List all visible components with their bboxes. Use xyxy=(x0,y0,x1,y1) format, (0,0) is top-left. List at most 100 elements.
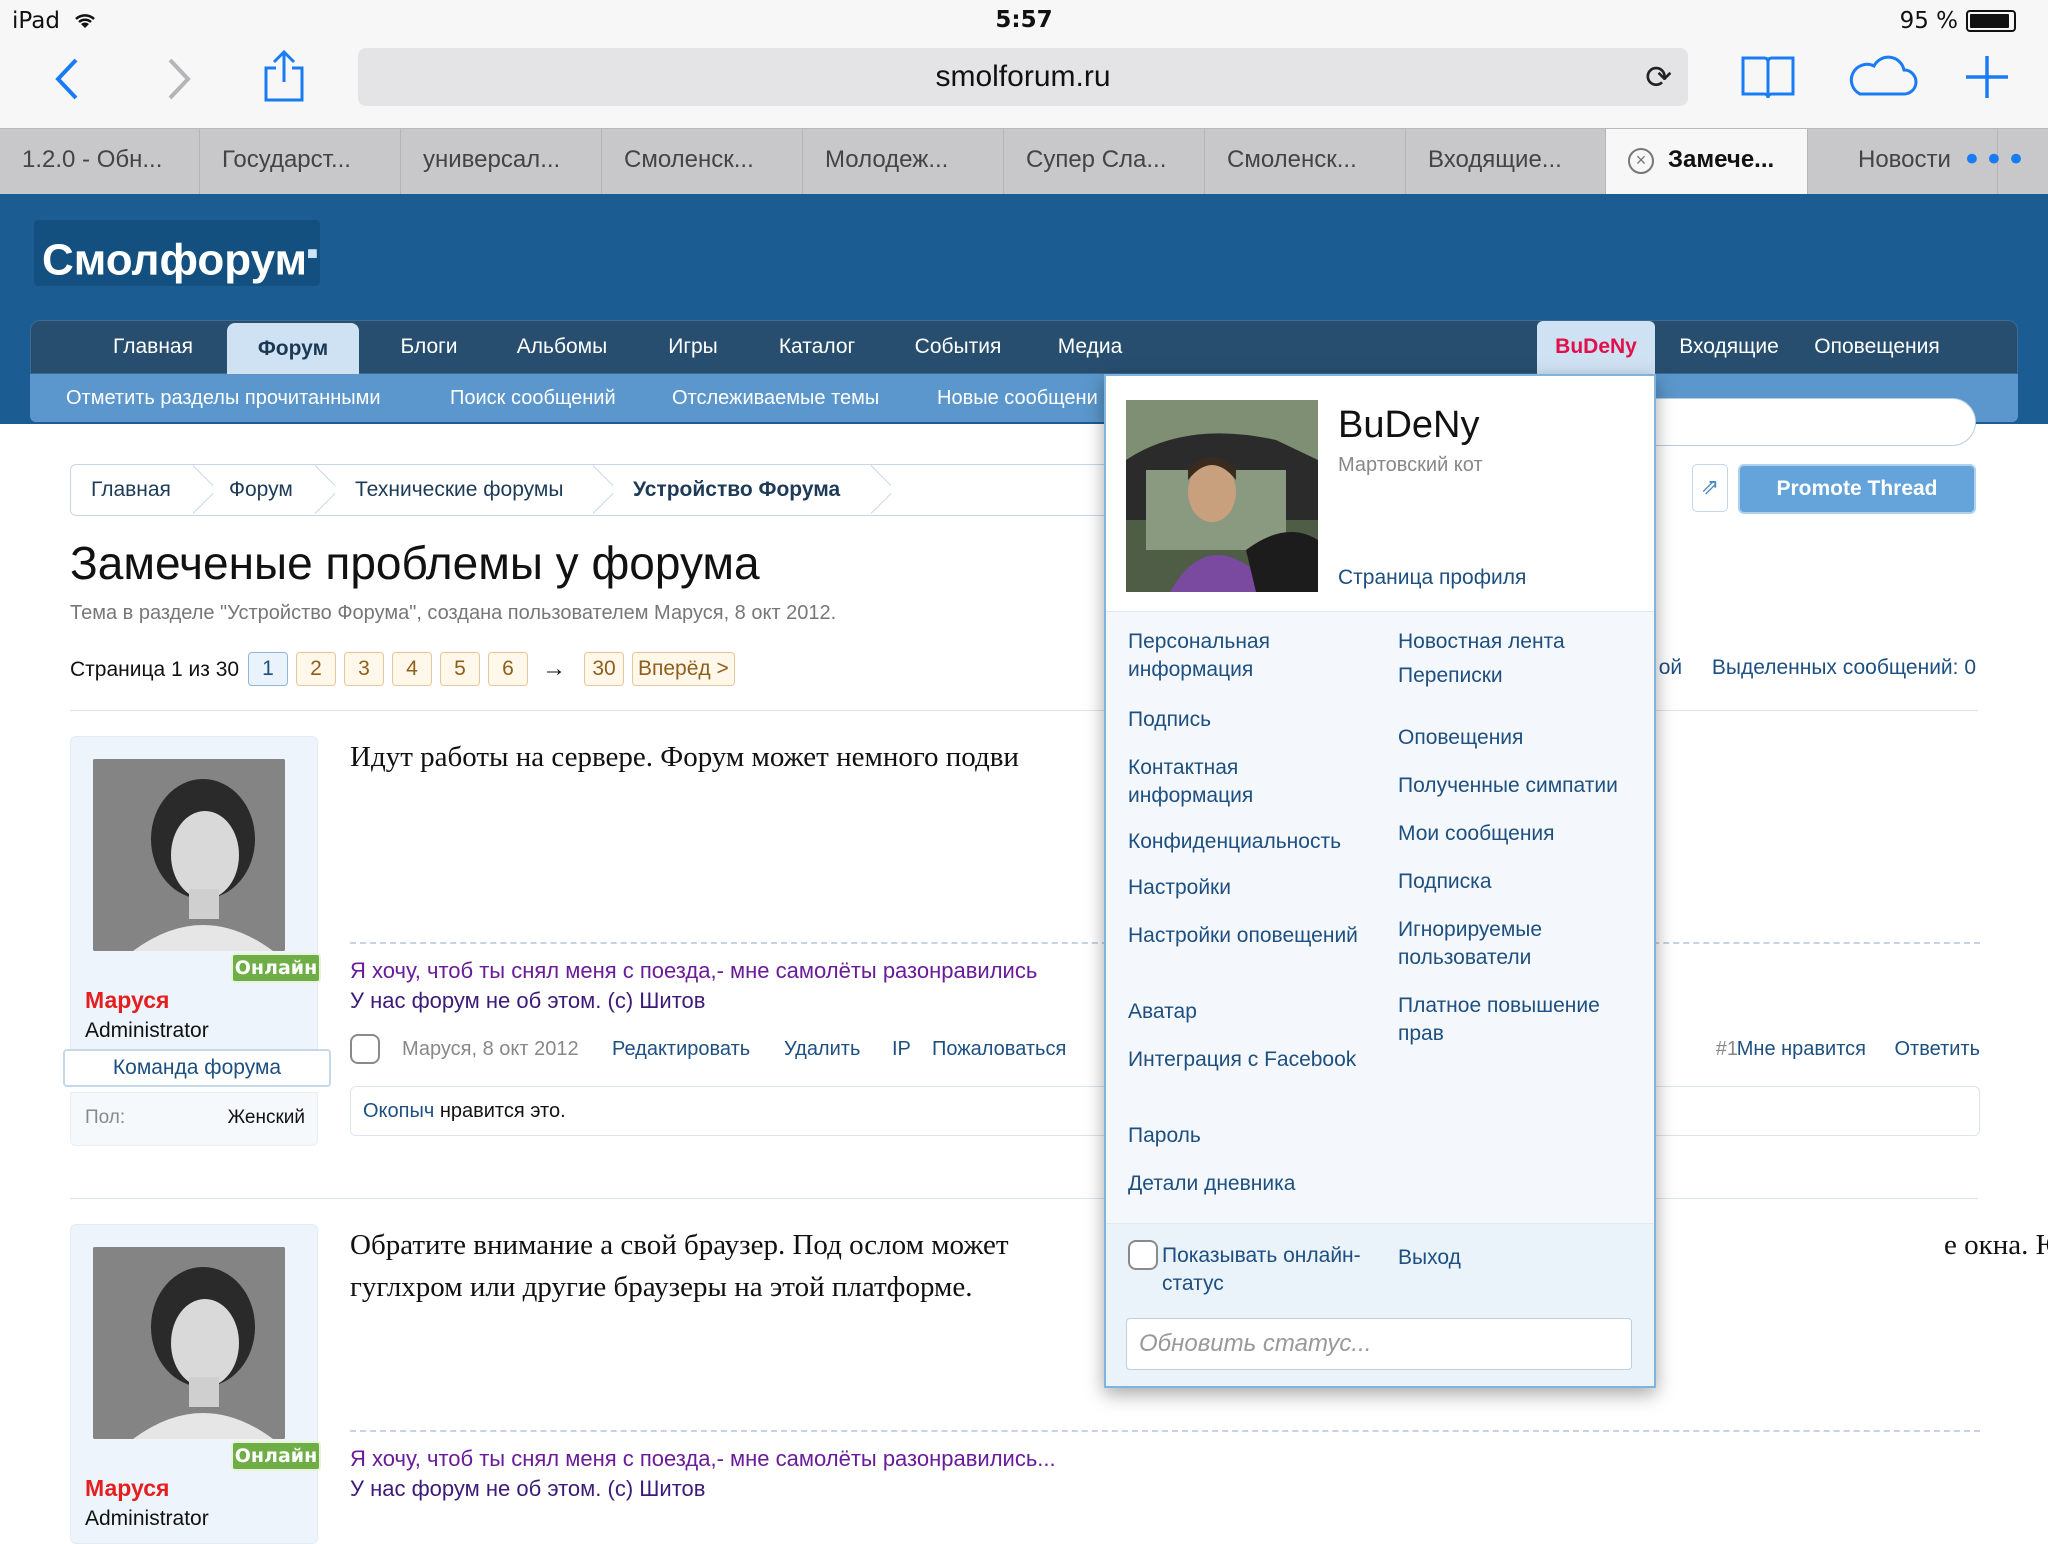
address-bar[interactable]: smolforum.ru ⟳ xyxy=(358,48,1688,106)
post-username[interactable]: Маруся xyxy=(85,987,169,1014)
menu-conversations[interactable]: Переписки xyxy=(1398,662,1628,690)
nav-events[interactable]: События xyxy=(893,321,1023,375)
report-link[interactable]: Пожаловаться xyxy=(932,1038,1066,1061)
menu-my-posts[interactable]: Мои сообщения xyxy=(1398,820,1628,848)
menu-password[interactable]: Пароль xyxy=(1128,1122,1358,1150)
tab-label: Замече... xyxy=(1668,146,1775,173)
reload-icon[interactable]: ⟳ xyxy=(1645,48,1672,106)
bookmarks-icon[interactable] xyxy=(1740,54,1796,104)
profile-page-link[interactable]: Страница профиля xyxy=(1338,566,1526,590)
page-link-current[interactable]: 1 xyxy=(248,652,288,686)
post-number[interactable]: #1 xyxy=(1716,1038,1738,1061)
show-online-checkbox[interactable] xyxy=(1128,1240,1158,1270)
browser-tab[interactable]: Государст... xyxy=(200,129,401,195)
page-link-last[interactable]: 30 xyxy=(584,652,624,686)
browser-tab[interactable]: Смоленск... xyxy=(1205,129,1406,195)
logout-link[interactable]: Выход xyxy=(1398,1246,1461,1270)
page-link[interactable]: 5 xyxy=(440,652,480,686)
ip-link[interactable]: IP xyxy=(892,1038,911,1061)
post-text: Обратите внимание а свой браузер. Под ос… xyxy=(350,1229,1009,1261)
browser-tab-active[interactable]: × Замече... xyxy=(1606,129,1808,195)
page-next-button[interactable]: Вперёд > xyxy=(632,652,735,686)
menu-personal-details[interactable]: Персональная информация xyxy=(1128,628,1358,684)
status-update-input[interactable]: Обновить статус... xyxy=(1126,1318,1632,1370)
nav-forum[interactable]: Форум xyxy=(227,323,359,377)
delete-link[interactable]: Удалить xyxy=(784,1038,860,1061)
browser-tab[interactable]: Супер Сла... xyxy=(1004,129,1205,195)
share-icon[interactable] xyxy=(262,48,306,108)
account-avatar[interactable] xyxy=(1126,400,1318,592)
tab-label: Молодеж... xyxy=(825,146,949,173)
follow-thread-link[interactable]: ой xyxy=(1659,656,1682,679)
show-online-toggle[interactable]: Показывать онлайн-статус xyxy=(1128,1240,1362,1298)
main-nav: Главная Форум Блоги Альбомы Игры Каталог… xyxy=(30,320,2018,377)
edit-link[interactable]: Редактировать xyxy=(612,1038,750,1061)
menu-likes-received[interactable]: Полученные симпатии xyxy=(1398,772,1628,800)
browser-tab[interactable]: универсал... xyxy=(401,129,602,195)
more-tabs-icon[interactable]: ••• xyxy=(1962,143,2028,177)
browser-tab[interactable]: Входящие... xyxy=(1406,129,1606,195)
browser-tab-bar: 1.2.0 - Обн... Государст... универсал...… xyxy=(0,128,2048,195)
like-link[interactable]: Мне нравится xyxy=(1737,1038,1866,1061)
subnav-new-posts[interactable]: Новые сообщени xyxy=(937,374,1098,422)
select-post-checkbox[interactable] xyxy=(350,1034,380,1064)
menu-subscription[interactable]: Подписка xyxy=(1398,868,1628,896)
page-link[interactable]: 2 xyxy=(296,652,336,686)
menu-facebook-integration[interactable]: Интеграция с Facebook xyxy=(1128,1046,1358,1074)
page-link[interactable]: 6 xyxy=(488,652,528,686)
field-value: Женский xyxy=(227,1107,305,1128)
subnav-search[interactable]: Поиск сообщений xyxy=(450,374,616,422)
nav-user-menu[interactable]: BuDeNy xyxy=(1537,321,1655,375)
page-link[interactable]: 4 xyxy=(392,652,432,686)
external-link-icon[interactable]: ⇗ xyxy=(1692,464,1728,512)
nav-home[interactable]: Главная xyxy=(93,321,213,375)
selected-messages-link[interactable]: Выделенных сообщений: 0 xyxy=(1712,656,1976,679)
menu-contact-details[interactable]: Контактная информация xyxy=(1128,754,1358,810)
browser-tab[interactable]: 1.2.0 - Обн... xyxy=(0,129,200,195)
account-username[interactable]: BuDeNy xyxy=(1338,404,1480,447)
close-tab-icon[interactable]: × xyxy=(1628,147,1654,174)
nav-inbox[interactable]: Входящие xyxy=(1667,321,1791,375)
site-logo[interactable]: Смолфорум■ xyxy=(34,220,320,286)
subnav-mark-read[interactable]: Отметить разделы прочитанными xyxy=(66,374,381,422)
menu-alerts[interactable]: Оповещения xyxy=(1398,724,1628,752)
menu-signature[interactable]: Подпись xyxy=(1128,706,1358,734)
post-username[interactable]: Маруся xyxy=(85,1475,169,1502)
breadcrumb: Главная Форум Технические форумы Устройс… xyxy=(70,464,1116,516)
post-author-date[interactable]: Маруся, 8 окт 2012 xyxy=(402,1038,579,1061)
nav-blogs[interactable]: Блоги xyxy=(379,321,479,375)
browser-tab[interactable]: Молодеж... xyxy=(803,129,1004,195)
page-link[interactable]: 3 xyxy=(344,652,384,686)
menu-privacy[interactable]: Конфиденциальность xyxy=(1128,828,1358,856)
menu-preferences[interactable]: Настройки xyxy=(1128,874,1358,902)
tab-label: универсал... xyxy=(423,146,561,173)
subnav-watched[interactable]: Отслеживаемые темы xyxy=(672,374,879,422)
tab-label: Смоленск... xyxy=(624,146,754,173)
nav-catalog[interactable]: Каталог xyxy=(757,321,877,375)
breadcrumb-tech[interactable]: Технические форумы xyxy=(355,465,563,515)
menu-paid-upgrades[interactable]: Платное повышение прав xyxy=(1398,992,1628,1048)
avatar[interactable] xyxy=(93,759,285,951)
nav-alerts[interactable]: Оповещения xyxy=(1807,321,1947,375)
menu-alert-preferences[interactable]: Настройки оповещений xyxy=(1128,922,1358,950)
menu-news-feed[interactable]: Новостная лента xyxy=(1398,628,1628,656)
reply-link[interactable]: Ответить xyxy=(1895,1038,1981,1061)
nav-albums[interactable]: Альбомы xyxy=(497,321,627,375)
forward-icon[interactable] xyxy=(164,54,194,108)
breadcrumb-home[interactable]: Главная xyxy=(91,465,171,515)
nav-games[interactable]: Игры xyxy=(643,321,743,375)
browser-tab[interactable]: Смоленск... xyxy=(602,129,803,195)
liker-link[interactable]: Окопыч xyxy=(363,1100,434,1122)
breadcrumb-current[interactable]: Устройство Форума xyxy=(633,465,840,515)
menu-ignored-users[interactable]: Игнорируемые пользователи xyxy=(1398,916,1628,972)
back-icon[interactable] xyxy=(52,54,82,108)
nav-media[interactable]: Медиа xyxy=(1035,321,1145,375)
menu-diary-details[interactable]: Детали дневника xyxy=(1128,1170,1358,1198)
new-tab-icon[interactable] xyxy=(1964,54,2010,104)
promote-thread-button[interactable]: Promote Thread xyxy=(1738,464,1976,514)
breadcrumb-forum[interactable]: Форум xyxy=(229,465,293,515)
menu-avatar[interactable]: Аватар xyxy=(1128,998,1358,1026)
battery-percent: 95 % xyxy=(1899,8,1958,34)
icloud-tabs-icon[interactable] xyxy=(1846,54,1918,104)
avatar[interactable] xyxy=(93,1247,285,1439)
